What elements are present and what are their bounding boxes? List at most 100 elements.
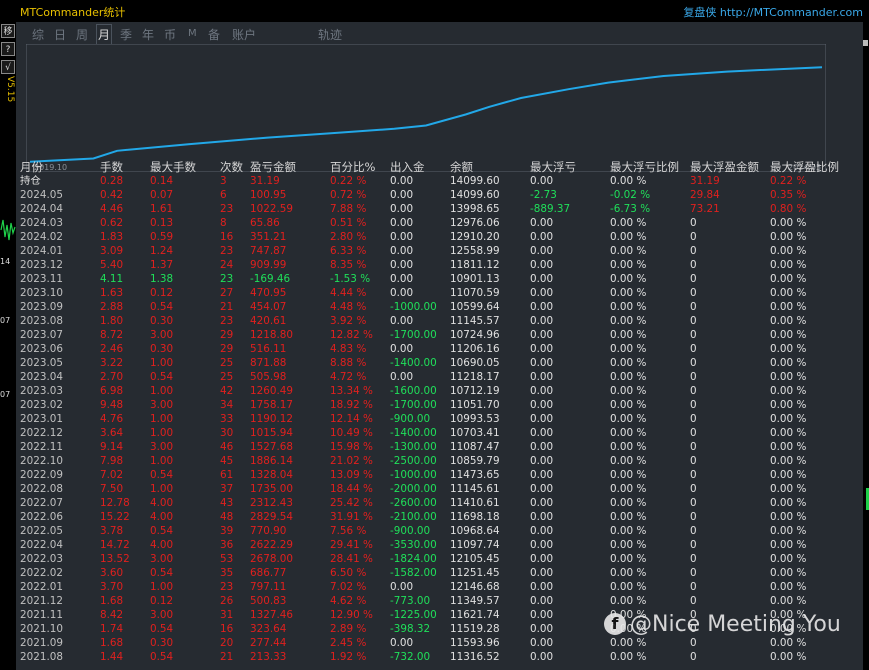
cell-deposit: 0.00 [390,581,414,593]
table-row[interactable]: 2023.07 8.72 3.00 29 1218.80 12.82 % -1700.00 1… [20,328,860,342]
table-row[interactable]: 2022.11 9.14 3.00 46 1527.68 15.98 % -1300.00 1… [20,440,860,454]
cell-max-float-loss: -889.37 [530,203,571,215]
cell-deposit: 0.00 [390,273,414,285]
cell-max-float-loss-pct: 0.00 % [610,427,647,439]
cell-max-lots: 1.00 [150,357,174,369]
cell-max-float-loss-pct: 0.00 % [610,497,647,509]
table-row[interactable]: 2021.09 1.68 0.30 20 277.44 2.45 % 0.00 11593.9… [20,636,860,650]
cell-max-float-loss: 0.00 [530,609,554,621]
cell-percent: 7.88 % [330,203,367,215]
table-row[interactable]: 2023.02 9.48 3.00 34 1758.17 18.92 % -1700.00 1… [20,398,860,412]
cell-max-float-loss-pct: 0.00 % [610,567,647,579]
header-deposit: 出入金 [390,160,425,174]
cell-lots: 3.70 [100,581,124,593]
table-row[interactable]: 2023.03 6.98 1.00 42 1260.49 13.34 % -1600.00 1… [20,384,860,398]
cell-max-float-profit: 0 [690,595,697,607]
table-row[interactable]: 2023.11 4.11 1.38 23 -169.46 -1.53 % 0.00 10901… [20,272,860,286]
tab-trajectory[interactable]: 轨迹 [318,26,342,43]
cell-month: 2022.11 [20,441,63,453]
cell-balance: 11070.59 [450,287,500,299]
table-row[interactable]: 2021.12 1.68 0.12 26 500.83 4.62 % -773.00 1134… [20,594,860,608]
table-row[interactable]: 2024.01 3.09 1.24 23 747.87 6.33 % 0.00 12558.9… [20,244,860,258]
equity-chart-svg: 2019.10 2024.05 [26,44,826,172]
table-row[interactable]: 2023.06 2.46 0.30 29 516.11 4.83 % 0.00 11206.1… [20,342,860,356]
cell-max-lots: 0.54 [150,525,174,537]
cell-percent: 0.51 % [330,217,367,229]
tab-notes[interactable]: 备 [208,26,220,43]
cell-max-lots: 1.24 [150,245,174,257]
cell-max-lots: 1.61 [150,203,174,215]
cell-max-float-loss-pct: 0.00 % [610,637,647,649]
cell-balance: 11051.70 [450,399,500,411]
cell-max-lots: 0.54 [150,623,174,635]
tab-overview[interactable]: 综 [32,26,44,43]
table-row[interactable]: 2024.04 4.46 1.61 23 1022.59 7.88 % 0.00 13998.… [20,202,860,216]
table-row[interactable]: 2021.08 1.44 0.54 21 213.33 1.92 % -732.00 1131… [20,650,860,664]
cell-max-float-profit: 0 [690,371,697,383]
cell-count: 39 [220,525,234,537]
cell-max-float-loss-pct: 0.00 % [610,287,647,299]
cell-count: 25 [220,371,234,383]
cell-max-float-loss-pct: 0.00 % [610,301,647,313]
table-row[interactable]: 2022.06 15.22 4.00 48 2829.54 31.91 % -2100.00… [20,510,860,524]
cell-max-float-loss: 0.00 [530,371,554,383]
cell-balance: 10599.64 [450,301,500,313]
table-row[interactable]: 2023.08 1.80 0.30 23 420.61 3.92 % 0.00 11145.5… [20,314,860,328]
cell-percent: 3.92 % [330,315,367,327]
tab-quarter[interactable]: 季 [120,26,132,43]
table-row[interactable]: 2022.04 14.72 4.00 36 2622.29 29.41 % -3530.00… [20,538,860,552]
table-row[interactable]: 2022.08 7.50 1.00 37 1735.00 18.44 % -2000.00 1… [20,482,860,496]
table-row[interactable]: 2023.10 1.63 0.12 27 470.95 4.44 % 0.00 11070.5… [20,286,860,300]
cell-count: 21 [220,651,234,663]
tab-day[interactable]: 日 [54,26,66,43]
side-button-move[interactable]: 移 [1,24,15,38]
side-button-check[interactable]: √ [1,60,15,74]
tab-week[interactable]: 周 [76,26,88,43]
cell-max-lots: 0.12 [150,595,174,607]
tab-year[interactable]: 年 [142,26,154,43]
table-row[interactable]: 2023.04 2.70 0.54 25 505.98 4.72 % 0.00 11218.1… [20,370,860,384]
cell-deposit: -1582.00 [390,567,437,579]
cell-pnl: 747.87 [250,245,287,257]
cell-max-float-profit-pct: 0.00 % [770,273,807,285]
cell-pnl: 454.07 [250,301,287,313]
tab-magic[interactable]: M [188,28,197,39]
table-row[interactable]: 2022.10 7.98 1.00 45 1886.14 21.02 % -2500.00 1… [20,454,860,468]
tab-month[interactable]: 月 [95,24,113,45]
table-row[interactable]: 2022.02 3.60 0.54 35 686.77 6.50 % -1582.00 112… [20,566,860,580]
cell-balance: 11593.96 [450,637,500,649]
cell-max-float-profit: 0 [690,231,697,243]
table-row[interactable]: 2023.05 3.22 1.00 25 871.88 8.88 % -1400.00 106… [20,356,860,370]
facebook-icon: f [604,613,626,635]
brand-link[interactable]: 复盘侠 http://MTCommander.com [683,4,863,20]
table-row[interactable]: 持仓 0.28 0.14 3 31.19 0.22 % 0.00 14099.60 0.00 0.… [20,174,860,188]
table-row[interactable]: 2022.05 3.78 0.54 39 770.90 7.56 % -900.00 1096… [20,524,860,538]
table-row[interactable]: 2022.03 13.52 3.00 53 2678.00 28.41 % -1824.00… [20,552,860,566]
table-row[interactable]: 2023.01 4.76 1.00 33 1190.12 12.14 % -900.00 10… [20,412,860,426]
cell-count: 53 [220,553,234,565]
header-max-float-profit-pct: 最大浮盈比例 [770,160,839,174]
cell-max-float-loss-pct: 0.00 % [610,273,647,285]
table-row[interactable]: 2022.09 7.02 0.54 61 1328.04 13.09 % -1000.00 1… [20,468,860,482]
cell-max-lots: 0.30 [150,637,174,649]
table-row[interactable]: 2022.12 3.64 1.00 30 1015.94 10.49 % -1400.00 1… [20,426,860,440]
tab-currency[interactable]: 币 [164,26,176,43]
table-row[interactable]: 2023.12 5.40 1.37 24 909.99 8.35 % 0.00 11811.1… [20,258,860,272]
side-button-help[interactable]: ? [1,42,15,56]
table-row[interactable]: 2024.02 1.83 0.59 16 351.21 2.80 % 0.00 12910.2… [20,230,860,244]
table-row[interactable]: 2022.01 3.70 1.00 23 797.11 7.02 % 0.00 12146.6… [20,580,860,594]
tab-account[interactable]: 账户 [232,26,256,43]
cell-max-lots: 0.54 [150,301,174,313]
cell-max-lots: 0.54 [150,469,174,481]
stats-panel: 综 日 周 月 季 年 币 M 备 账户 轨迹 2019.10 2024.05 … [16,22,863,670]
right-edge-grip[interactable] [863,40,868,46]
table-row[interactable]: 2024.03 0.62 0.13 8 65.86 0.51 % 0.00 12976.06 0… [20,216,860,230]
table-row[interactable]: 2023.09 2.88 0.54 21 454.07 4.48 % -1000.00 105… [20,300,860,314]
cell-max-float-profit: 0 [690,567,697,579]
table-row[interactable]: 2024.05 0.42 0.07 6 100.95 0.72 % 0.00 14099.60… [20,188,860,202]
cell-lots: 4.46 [100,203,124,215]
cell-max-lots: 4.00 [150,539,174,551]
cell-balance: 12105.45 [450,553,500,565]
cell-lots: 1.44 [100,651,124,663]
table-row[interactable]: 2022.07 12.78 4.00 43 2312.43 25.42 % -2600.00… [20,496,860,510]
